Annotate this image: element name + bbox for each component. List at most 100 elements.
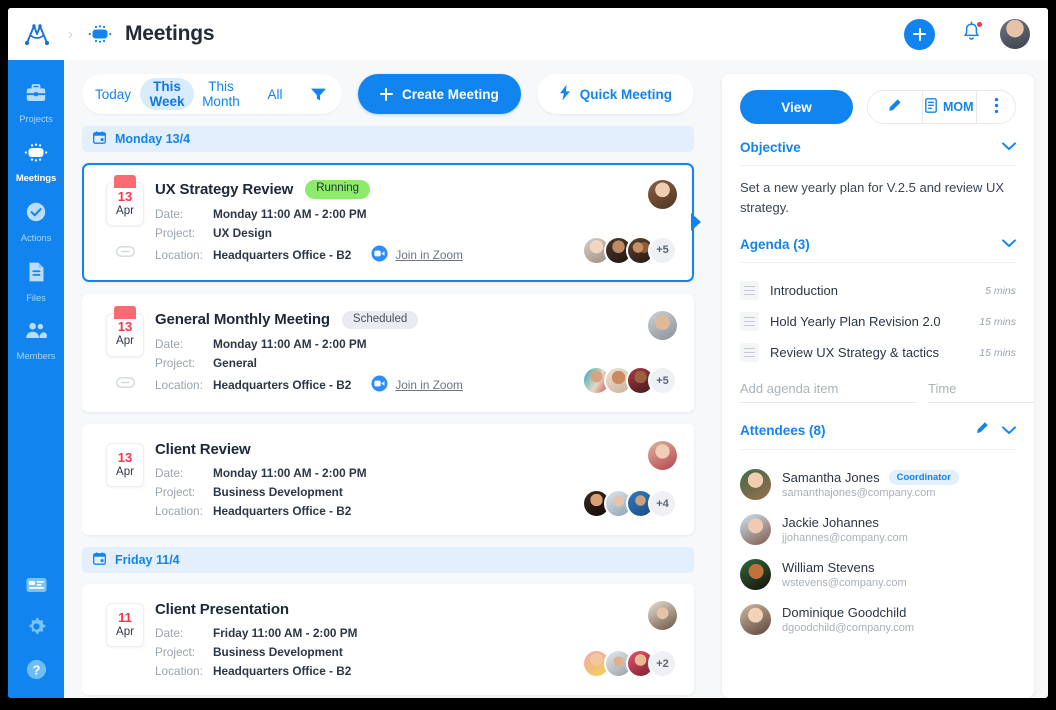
drag-handle-icon[interactable] bbox=[740, 312, 759, 331]
join-zoom-label[interactable]: Join in Zoom bbox=[395, 248, 463, 262]
pencil-icon[interactable] bbox=[975, 421, 989, 440]
more-options-button[interactable] bbox=[977, 91, 1015, 123]
edit-button[interactable] bbox=[868, 91, 923, 123]
attendee-overflow-count[interactable]: +2 bbox=[648, 649, 677, 678]
date-badge: 13 Apr bbox=[106, 175, 144, 226]
attendee-row[interactable]: Jackie Johannes jjohannes@company.com bbox=[740, 507, 1016, 552]
sidebar-item-label: Members bbox=[16, 351, 56, 362]
attendee-overflow-count[interactable]: +5 bbox=[648, 366, 677, 395]
meeting-date-row: Date: Friday 11:00 AM - 2:00 PM bbox=[155, 626, 527, 640]
gear-icon[interactable] bbox=[26, 616, 47, 642]
join-zoom-label[interactable]: Join in Zoom bbox=[395, 378, 463, 392]
tab-today[interactable]: Today bbox=[86, 78, 140, 110]
attendee-avatar-stack[interactable]: +5 bbox=[582, 235, 677, 265]
meeting-title: General Monthly Meeting bbox=[155, 311, 330, 329]
join-zoom-link[interactable]: Join in Zoom bbox=[371, 375, 463, 395]
meeting-card-main: UX Strategy Review Running Date: Monday … bbox=[153, 180, 527, 265]
mom-button[interactable]: MOM bbox=[922, 91, 977, 123]
date-badge: 11 Apr bbox=[106, 603, 144, 647]
meeting-table-icon bbox=[24, 142, 48, 168]
attendee-avatar[interactable] bbox=[740, 469, 771, 500]
day-group-label: Monday 13/4 bbox=[115, 132, 191, 146]
meeting-card-left: 13 Apr bbox=[97, 441, 153, 518]
attendee-name-line: Samantha Jones Coordinator bbox=[782, 469, 959, 486]
help-circle-icon[interactable]: ? bbox=[25, 658, 48, 686]
view-button[interactable]: View bbox=[740, 90, 853, 124]
notification-bell-icon[interactable] bbox=[961, 20, 983, 48]
date-day: 13 bbox=[117, 319, 133, 335]
organizer-avatar[interactable] bbox=[648, 601, 677, 630]
tab-this-month[interactable]: This Month bbox=[194, 78, 248, 110]
attendee-avatar[interactable] bbox=[740, 604, 771, 635]
day-group-label: Friday 11/4 bbox=[115, 553, 180, 567]
notification-dot bbox=[976, 20, 983, 28]
tab-this-week[interactable]: This Week bbox=[139, 78, 194, 110]
attendee-avatar[interactable] bbox=[740, 559, 771, 590]
agenda-section-header: Agenda (3) bbox=[740, 235, 1016, 263]
create-meeting-button[interactable]: Create Meeting bbox=[357, 74, 521, 114]
agenda-item-time: 5 mins bbox=[985, 284, 1016, 297]
attendee-avatar-stack[interactable]: +5 bbox=[582, 366, 677, 395]
add-agenda-row bbox=[740, 377, 1034, 403]
drag-handle-icon[interactable] bbox=[740, 343, 759, 362]
meeting-card[interactable]: 11 Apr Client Presentation Date: Friday … bbox=[82, 584, 694, 695]
meeting-card[interactable]: 13 Apr General Monthly Meeting Scheduled… bbox=[82, 293, 694, 412]
meeting-title: UX Strategy Review bbox=[155, 180, 294, 198]
attendee-name: Jackie Johannes bbox=[782, 515, 879, 530]
detail-segmented-actions: MOM bbox=[867, 90, 1016, 124]
avatar[interactable] bbox=[1000, 19, 1030, 49]
sidebar-item-files[interactable]: Files bbox=[8, 252, 64, 312]
attendee-avatar-stack[interactable]: +4 bbox=[582, 489, 677, 518]
filter-tabs: Today This Week This Month All bbox=[82, 74, 342, 114]
meetings-scroll-area[interactable]: Monday 13/4 13 Apr UX Strategy Review Ru… bbox=[82, 114, 708, 698]
app-logo-icon[interactable] bbox=[22, 19, 52, 49]
agenda-item[interactable]: Hold Yearly Plan Revision 2.0 15 mins bbox=[740, 306, 1016, 337]
agenda-item[interactable]: Review UX Strategy & tactics 15 mins bbox=[740, 337, 1016, 368]
add-button[interactable] bbox=[904, 18, 935, 50]
attendee-overflow-count[interactable]: +5 bbox=[648, 235, 677, 265]
attendee-row[interactable]: Dominique Goodchild dgoodchild@company.c… bbox=[740, 597, 1016, 642]
meta-label-location: Location: bbox=[155, 664, 203, 678]
date-day: 13 bbox=[117, 188, 133, 204]
organizer-avatar[interactable] bbox=[648, 310, 677, 340]
meta-label-date: Date: bbox=[155, 206, 184, 221]
meeting-card[interactable]: 13 Apr UX Strategy Review Running Date: … bbox=[82, 163, 701, 282]
date-month: Apr bbox=[116, 465, 134, 478]
organizer-avatar[interactable] bbox=[648, 180, 677, 209]
attendee-role-badge: Coordinator bbox=[888, 469, 959, 486]
date-day: 11 bbox=[118, 609, 132, 625]
sidebar-item-members[interactable]: Members bbox=[8, 312, 64, 370]
drag-handle-icon[interactable] bbox=[740, 281, 759, 300]
sidebar-item-meetings[interactable]: Meetings bbox=[8, 133, 64, 192]
sidebar-item-actions[interactable]: Actions bbox=[8, 192, 64, 252]
filter-funnel-icon[interactable] bbox=[302, 87, 336, 102]
join-zoom-link[interactable]: Join in Zoom bbox=[371, 245, 463, 265]
attendee-row[interactable]: Samantha Jones Coordinator samanthajones… bbox=[740, 462, 1016, 507]
attendee-avatar[interactable] bbox=[740, 514, 771, 545]
meeting-card-main: Client Presentation Date: Friday 11:00 A… bbox=[153, 601, 527, 678]
objective-section-header: Objective bbox=[740, 138, 1016, 166]
meta-label-date: Date: bbox=[155, 626, 184, 640]
chevron-down-icon[interactable] bbox=[1002, 235, 1016, 253]
add-agenda-input[interactable] bbox=[740, 377, 916, 403]
attendees-title: Attendees (8) bbox=[740, 423, 826, 438]
attendee-avatar-stack[interactable]: +2 bbox=[582, 649, 677, 678]
tab-all[interactable]: All bbox=[248, 78, 302, 110]
meta-label-date: Date: bbox=[155, 466, 184, 480]
agenda-item[interactable]: Introduction 5 mins bbox=[740, 275, 1016, 306]
attendee-row[interactable]: William Stevens wstevens@company.com bbox=[740, 552, 1016, 597]
meeting-card[interactable]: 13 Apr Client Review Date: Monday 11:00 … bbox=[82, 424, 694, 535]
sidebar-item-label: Files bbox=[26, 293, 46, 304]
attendee-overflow-count[interactable]: +4 bbox=[648, 489, 677, 518]
chevron-down-icon[interactable] bbox=[1002, 422, 1016, 440]
document-icon bbox=[27, 261, 46, 288]
page-title: Meetings bbox=[125, 22, 215, 45]
agenda-time-input[interactable] bbox=[928, 377, 1034, 403]
chevron-down-icon[interactable] bbox=[1002, 138, 1016, 156]
sidebar-item-projects[interactable]: Projects bbox=[8, 74, 64, 133]
quick-meeting-button[interactable]: Quick Meeting bbox=[536, 74, 694, 114]
link-chain-icon[interactable] bbox=[115, 244, 135, 262]
organizer-avatar[interactable] bbox=[648, 441, 677, 470]
board-layout-icon[interactable] bbox=[25, 575, 48, 600]
link-chain-icon[interactable] bbox=[115, 375, 135, 393]
